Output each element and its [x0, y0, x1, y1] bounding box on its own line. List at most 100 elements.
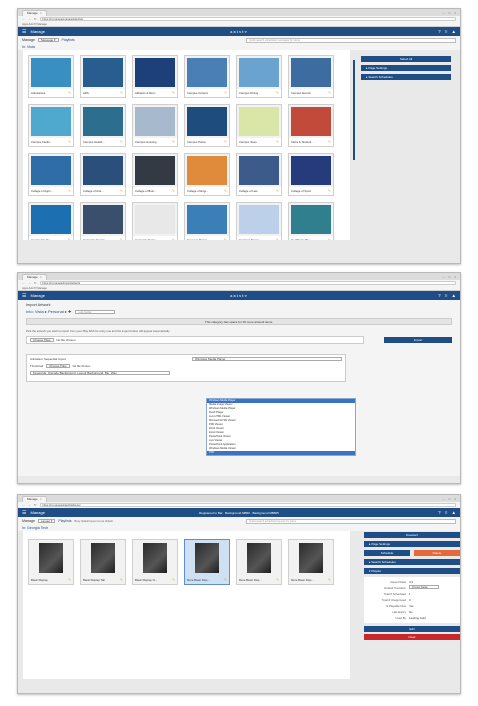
import-button[interactable]: Import [384, 337, 452, 343]
back-icon[interactable]: ← [22, 17, 25, 21]
address-bar[interactable]: https://pr-manage/import/artwork [39, 281, 456, 285]
pencil-icon[interactable]: ✎ [276, 140, 279, 144]
grid-icon[interactable]: ⁝⁝ [445, 293, 448, 299]
pencil-icon[interactable]: ✎ [172, 91, 175, 95]
pencil-icon[interactable]: ✎ [172, 238, 175, 240]
minimize-icon[interactable]: – [443, 11, 445, 15]
pencil-icon[interactable]: ✎ [172, 578, 175, 582]
help-icon[interactable]: ? [438, 510, 441, 516]
artwork-tile[interactable]: Admissions ✎ [28, 55, 74, 98]
forward-icon[interactable]: → [28, 281, 31, 285]
pencil-icon[interactable]: ✎ [68, 91, 71, 95]
playlist-section[interactable]: ▾ Playlist [364, 568, 460, 574]
search-input[interactable]: Quick search scheduled layouts by name [246, 518, 456, 524]
pencil-icon[interactable]: ✎ [328, 140, 331, 144]
user-icon[interactable]: ▲ [452, 510, 456, 516]
layout-tile[interactable]: More Basic Disp... ✎ [184, 539, 230, 585]
minimize-icon[interactable]: – [443, 275, 445, 279]
menu-icon[interactable]: ☰ [22, 293, 26, 299]
close-icon[interactable]: × [40, 11, 42, 16]
artwork-tile[interactable]: Campus Police ✎ [184, 104, 230, 147]
pencil-icon[interactable]: ✎ [224, 91, 227, 95]
artwork-tile[interactable]: Athletics & Recr... ✎ [132, 55, 178, 98]
reload-icon[interactable]: ↻ [34, 503, 37, 507]
maximize-icon[interactable]: □ [448, 11, 450, 15]
browser-tab[interactable]: Manage × [22, 274, 47, 280]
address-bar[interactable]: https://pr-manage/manage/playlists [39, 17, 456, 21]
breadcrumb-path[interactable]: Into: Vista ▸ Personal ▸ ✚ [26, 309, 71, 314]
pencil-icon[interactable]: ✎ [328, 578, 331, 582]
animation-select[interactable]: Windows Media Player [192, 357, 342, 361]
close-window-icon[interactable]: × [454, 497, 456, 501]
search-schedules-section[interactable]: ▸ Search Schedules [364, 559, 460, 565]
artwork-tile[interactable]: College of Engi... ✎ [184, 153, 230, 196]
search-input[interactable]: Quick search scheduled messages by name [246, 37, 456, 43]
reload-icon[interactable]: ↻ [34, 281, 37, 285]
property-value[interactable]: Cross Fade [409, 585, 439, 589]
artwork-tile[interactable]: Community Ou... ✎ [28, 202, 74, 240]
layout-tile[interactable]: Basic Display %... ✎ [132, 539, 178, 585]
pencil-icon[interactable]: ✎ [276, 578, 279, 582]
pencil-icon[interactable]: ✎ [328, 238, 331, 240]
clear-button[interactable]: Clear [364, 634, 460, 640]
artwork-tile[interactable]: Campus Store ✎ [236, 104, 282, 147]
pencil-icon[interactable]: ✎ [224, 578, 227, 582]
user-icon[interactable]: ▲ [452, 293, 456, 299]
pencil-icon[interactable]: ✎ [120, 91, 123, 95]
help-icon[interactable]: ? [438, 293, 441, 299]
pencil-icon[interactable]: ✎ [120, 578, 123, 582]
pencil-icon[interactable]: ✎ [276, 189, 279, 193]
maximize-icon[interactable]: □ [448, 275, 450, 279]
search-schedules-section[interactable]: ▸ Search Schedules [361, 74, 451, 80]
artwork-tile[interactable]: College of Arts... ✎ [80, 153, 126, 196]
pencil-icon[interactable]: ✎ [224, 238, 227, 240]
layout-tile[interactable]: More Basic Disp... ✎ [236, 539, 282, 585]
thumbnail-choose-button[interactable]: Choose Files [46, 364, 70, 368]
scrollbar[interactable] [353, 60, 355, 160]
pencil-icon[interactable]: ✎ [120, 140, 123, 144]
pencil-icon[interactable]: ✎ [172, 189, 175, 193]
dropdown-option[interactable]: PDF [207, 451, 355, 455]
playlists-link[interactable]: Playlists [58, 519, 71, 523]
artwork-tile[interactable]: ADS ✎ [80, 55, 126, 98]
subfolder-input[interactable]: sub-folder [75, 309, 116, 314]
animation-dropdown-list[interactable]: Windows Media Player Media Image Viewer Wi… [206, 398, 356, 456]
artwork-tile[interactable]: College of Law ✎ [236, 153, 282, 196]
pencil-icon[interactable]: ✎ [120, 189, 123, 193]
pencil-icon[interactable]: ✎ [68, 238, 71, 240]
pencil-icon[interactable]: ✎ [276, 238, 279, 240]
mode-select[interactable]: Layout ▾ [38, 519, 56, 523]
page-settings-section[interactable]: ▸ Page Settings [364, 541, 460, 547]
artwork-tile[interactable]: Campus Events ✎ [288, 55, 334, 98]
pencil-icon[interactable]: ✎ [224, 189, 227, 193]
browser-tab[interactable]: Manage × [22, 496, 47, 502]
artwork-tile[interactable]: Coupons Popup... ✎ [184, 202, 230, 240]
pencil-icon[interactable]: ✎ [328, 91, 331, 95]
menu-icon[interactable]: ☰ [22, 29, 26, 35]
choose-files-button[interactable]: Choose Files [30, 338, 54, 342]
artwork-tile[interactable]: Campus Facilit... ✎ [28, 104, 74, 147]
artwork-tile[interactable]: Campus Housing ✎ [132, 104, 178, 147]
edit-button[interactable]: Edit [364, 626, 460, 632]
artwork-tile[interactable]: College of Sport ✎ [288, 153, 334, 196]
close-window-icon[interactable]: × [454, 275, 456, 279]
grid-icon[interactable]: ⁝⁝ [445, 29, 448, 35]
artwork-tile[interactable]: College of Agric... ✎ [28, 153, 74, 196]
page-settings-section[interactable]: ▸ Page Settings [361, 65, 451, 71]
user-icon[interactable]: ▲ [452, 29, 456, 35]
forward-icon[interactable]: → [28, 503, 31, 507]
minimize-icon[interactable]: – [443, 497, 445, 501]
help-icon[interactable]: ? [438, 29, 441, 35]
pencil-icon[interactable]: ✎ [68, 189, 71, 193]
grid-icon[interactable]: ⁝⁝ [445, 510, 448, 516]
mode-select[interactable]: Message ▾ [38, 38, 59, 42]
artwork-tile[interactable]: Corporate Events ✎ [80, 202, 126, 240]
close-icon[interactable]: × [40, 497, 42, 502]
schedule-button[interactable]: Schedule [364, 550, 410, 556]
back-icon[interactable]: ← [22, 281, 25, 285]
pencil-icon[interactable]: ✎ [120, 238, 123, 240]
forward-icon[interactable]: → [28, 17, 31, 21]
artwork-tile[interactable]: Campus Centers ✎ [184, 55, 230, 98]
layout-tile[interactable]: More Basic Disp... ✎ [288, 539, 334, 585]
browser-tab[interactable]: Manage × [22, 10, 47, 16]
